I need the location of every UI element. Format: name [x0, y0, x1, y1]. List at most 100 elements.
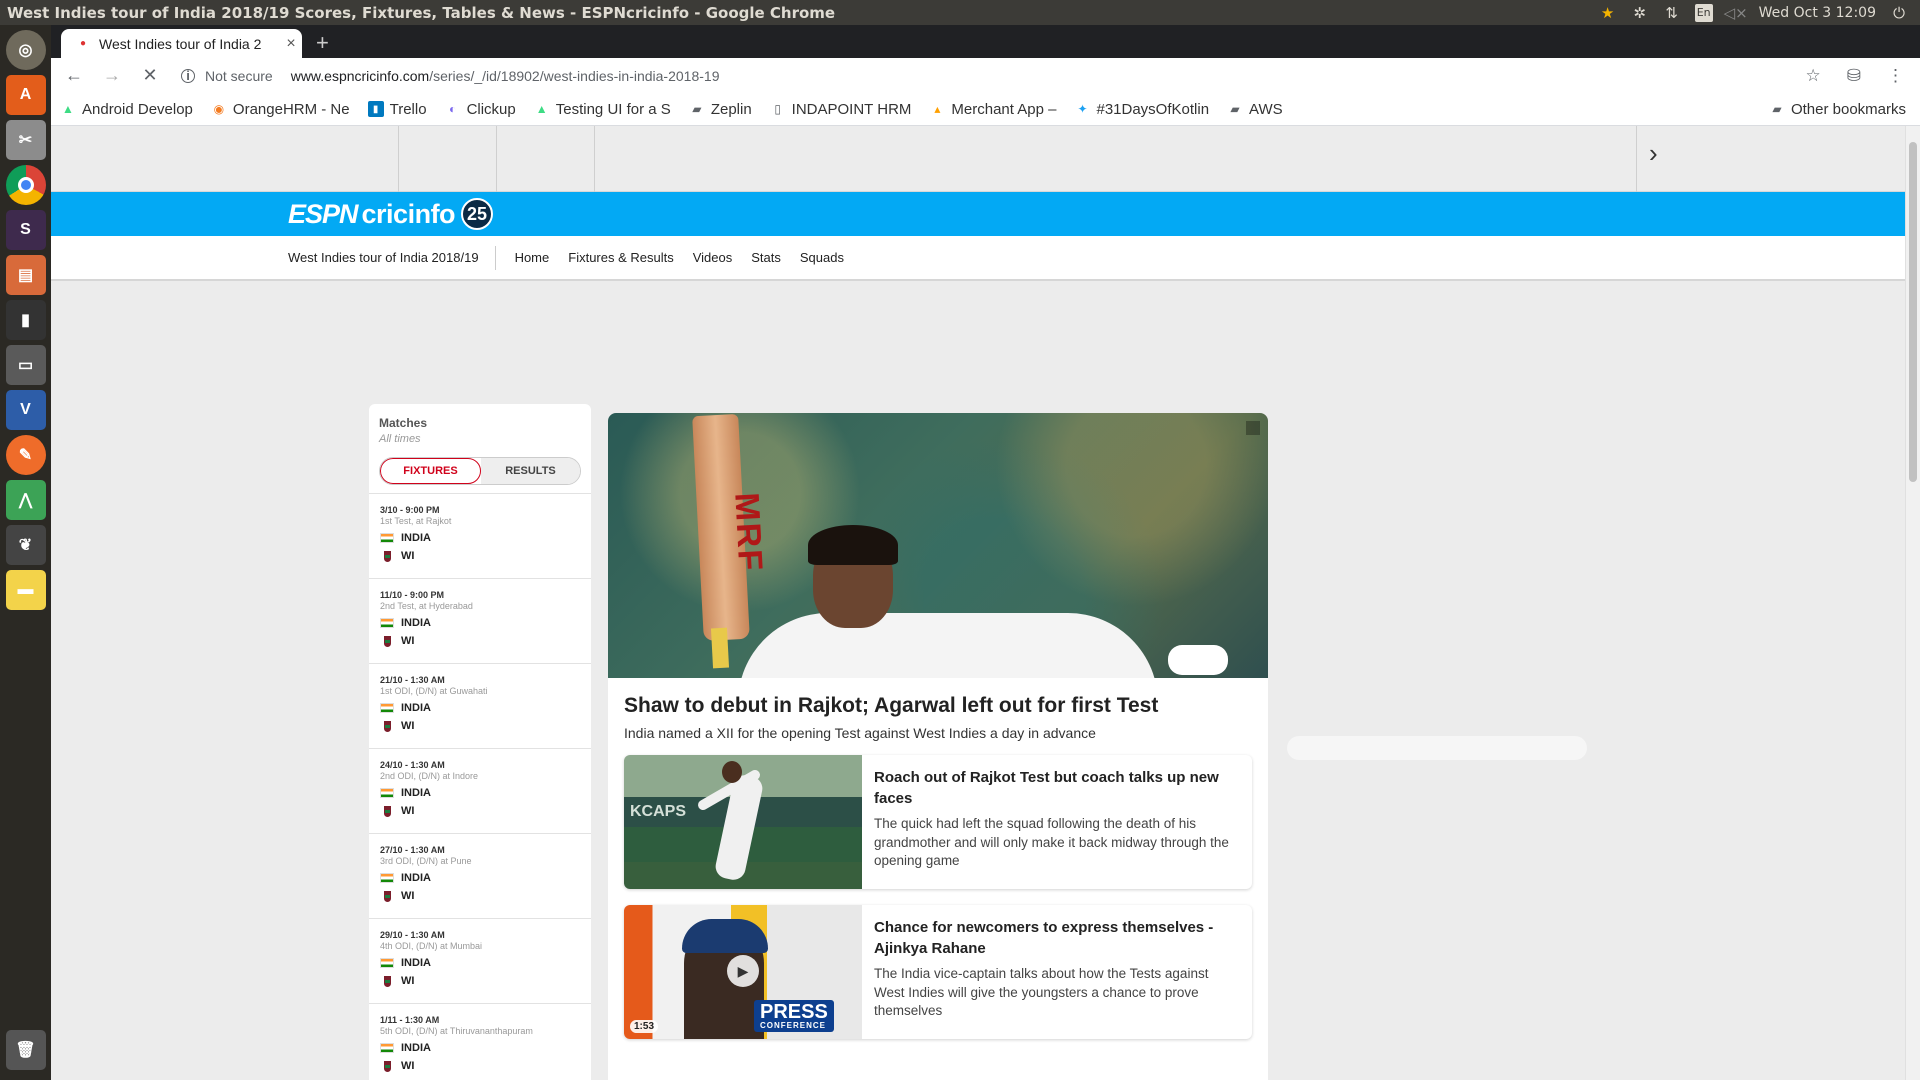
story-thumbnail[interactable]: KCAPS	[624, 755, 862, 889]
bookmark-item[interactable]: ✦ #31DaysOfKotlin	[1065, 101, 1218, 118]
match-description: 2nd ODI, (D/N) at Indore	[380, 771, 479, 781]
bookmark-star-icon[interactable]: ☆	[1806, 66, 1821, 86]
chrome-icon[interactable]	[5, 165, 46, 205]
ad-slot[interactable]	[594, 126, 1636, 192]
phone-emulator-icon[interactable]: ▮	[5, 300, 46, 340]
match-item[interactable]: 11/10 - 9:00 PM 2nd Test, at Hyderabad I…	[369, 578, 591, 663]
stop-loading-icon[interactable]: ✕	[135, 65, 165, 86]
anniversary-badge: 25	[461, 198, 494, 230]
nav-squads[interactable]: Squads	[800, 250, 844, 265]
story-card[interactable]: KCAPS Roach out of Rajkot Test but coach…	[624, 755, 1252, 889]
extension-icon[interactable]: ⛁	[1847, 66, 1861, 86]
scrollbar-thumb[interactable]	[1909, 142, 1917, 482]
bookmark-item[interactable]: ▰ AWS	[1218, 101, 1292, 118]
match-description: 5th ODI, (D/N) at Thiruvananthapuram	[380, 1026, 533, 1036]
nav-home[interactable]: Home	[515, 250, 550, 265]
clock[interactable]: Wed Oct 3 12:09	[1759, 5, 1876, 21]
bookmark-item[interactable]: ▲ Testing UI for a S	[525, 101, 680, 118]
url-path: /series/_/id/18902/west-indies-in-india-…	[429, 67, 720, 84]
results-tab[interactable]: RESULTS	[481, 458, 580, 484]
sticky-notes-icon[interactable]: ▬	[5, 570, 46, 610]
trash-icon[interactable]: 🗑	[5, 1030, 46, 1070]
espncricinfo-logo[interactable]: ESPN cricinfo 25	[288, 198, 494, 230]
inkscape-icon[interactable]: ❦	[5, 525, 46, 565]
match-item[interactable]: 29/10 - 1:30 AM 4th ODI, (D/N) at Mumbai…	[369, 918, 591, 1003]
story-headline[interactable]: Shaw to debut in Rajkot; Agarwal left ou…	[608, 678, 1268, 718]
bookmark-item[interactable]: ▮ Trello	[359, 101, 436, 118]
settings-icon[interactable]: ✲	[1631, 4, 1649, 22]
match-item[interactable]: 24/10 - 1:30 AM 2nd ODI, (D/N) at Indore…	[369, 748, 591, 833]
west-indies-flag-icon	[380, 550, 394, 562]
fixtures-tab[interactable]: FIXTURES	[380, 458, 481, 484]
team-name: INDIA	[401, 617, 431, 629]
india-flag-icon	[380, 618, 394, 628]
files-icon[interactable]: ▤	[5, 255, 46, 295]
press-badge-text: PRESS	[760, 1001, 828, 1023]
forward-arrow-icon[interactable]: →	[97, 65, 127, 86]
series-subnav: West Indies tour of India 2018/19 Home F…	[51, 236, 1905, 281]
card-title[interactable]: Roach out of Rajkot Test but coach talks…	[874, 767, 1240, 809]
software-center-icon[interactable]: A	[5, 75, 46, 115]
network-icon[interactable]: ⇅	[1663, 4, 1681, 22]
volume-muted-icon[interactable]: ◁×	[1724, 4, 1748, 22]
card-title[interactable]: Chance for newcomers to express themselv…	[874, 917, 1240, 959]
close-tab-icon[interactable]: ×	[280, 35, 302, 53]
page-viewport: › ESPN cricinfo 25 West Indies tour of I…	[51, 126, 1920, 1080]
cap-graphic	[682, 919, 768, 953]
nav-videos[interactable]: Videos	[693, 250, 733, 265]
chevron-right-icon[interactable]: ›	[1636, 126, 1905, 192]
matches-subtitle: All times	[379, 433, 421, 445]
match-description: 3rd ODI, (D/N) at Pune	[380, 856, 472, 866]
bookmark-item[interactable]: ▴ Merchant App –	[920, 101, 1065, 118]
ubuntu-dash-icon[interactable]: ◎	[5, 30, 46, 70]
address-bar[interactable]: i Not secure www.espncricinfo.com /serie…	[181, 68, 719, 84]
postman-icon[interactable]: ✎	[5, 435, 46, 475]
nav-stats[interactable]: Stats	[751, 250, 781, 265]
bookmark-item[interactable]: ▲ Android Develop	[51, 101, 202, 118]
power-icon[interactable]: ⏻	[1890, 4, 1908, 22]
match-item[interactable]: 21/10 - 1:30 AM 1st ODI, (D/N) at Guwaha…	[369, 663, 591, 748]
bookmark-item[interactable]: ◉ OrangeHRM - Ne	[202, 101, 359, 118]
team-name: WI	[401, 890, 415, 902]
video-thumbnail[interactable]: ▶ PRESS CONFERENCE 1:53	[624, 905, 862, 1039]
star-icon[interactable]: ★	[1599, 4, 1617, 22]
bookmark-item[interactable]: ▰ Zeplin	[680, 101, 761, 118]
next-story-card[interactable]	[608, 1070, 1268, 1080]
match-item[interactable]: 27/10 - 1:30 AM 3rd ODI, (D/N) at Pune I…	[369, 833, 591, 918]
android-studio-icon[interactable]: ⋀	[5, 480, 46, 520]
nav-fixtures-results[interactable]: Fixtures & Results	[568, 250, 673, 265]
system-settings-icon[interactable]: ✂	[5, 120, 46, 160]
ad-slot[interactable]	[398, 126, 496, 192]
keyboard-language-indicator[interactable]: En	[1694, 3, 1713, 22]
back-arrow-icon[interactable]: ←	[59, 65, 89, 86]
team-name: WI	[401, 975, 415, 987]
play-icon[interactable]: ▶	[727, 955, 759, 987]
archive-icon[interactable]: ▭	[5, 345, 46, 385]
india-flag-icon	[380, 958, 394, 968]
visual-studio-code-icon[interactable]: V	[5, 390, 46, 430]
browser-tab-strip: ● West Indies tour of India 2 × +	[51, 25, 1920, 58]
match-time: 21/10 - 1:30 AM	[380, 675, 445, 685]
folder-icon: ▰	[1230, 102, 1240, 116]
bookmark-item[interactable]: ▯ INDAPOINT HRM	[761, 101, 921, 118]
security-indicator[interactable]: i Not secure	[181, 68, 273, 84]
page-scrollbar[interactable]	[1905, 126, 1920, 1080]
slack-icon[interactable]: S	[5, 210, 46, 250]
new-tab-button[interactable]: +	[316, 30, 329, 56]
video-card[interactable]: ▶ PRESS CONFERENCE 1:53 Chance for newco…	[624, 905, 1252, 1039]
hero-image[interactable]: MRF	[608, 413, 1268, 678]
match-time: 3/10 - 9:00 PM	[380, 505, 440, 515]
tab-title: West Indies tour of India 2	[99, 35, 262, 52]
menu-kebab-icon[interactable]: ⋮	[1887, 66, 1904, 86]
press-badge-subtext: CONFERENCE	[760, 1021, 827, 1030]
match-item[interactable]: 1/11 - 1:30 AM 5th ODI, (D/N) at Thiruva…	[369, 1003, 591, 1080]
match-item[interactable]: 3/10 - 9:00 PM 1st Test, at Rajkot INDIA…	[369, 493, 591, 578]
info-icon: i	[181, 68, 195, 83]
bookmark-item[interactable]: ◐ Clickup	[436, 101, 525, 118]
image-corner-icon	[1246, 421, 1260, 435]
browser-tab[interactable]: ● West Indies tour of India 2 ×	[61, 29, 302, 58]
url-host: www.espncricinfo.com	[290, 67, 430, 84]
other-bookmarks[interactable]: ▰ Other bookmarks	[1760, 101, 1920, 118]
ad-slot[interactable]	[496, 126, 594, 192]
series-name[interactable]: West Indies tour of India 2018/19	[288, 245, 496, 270]
